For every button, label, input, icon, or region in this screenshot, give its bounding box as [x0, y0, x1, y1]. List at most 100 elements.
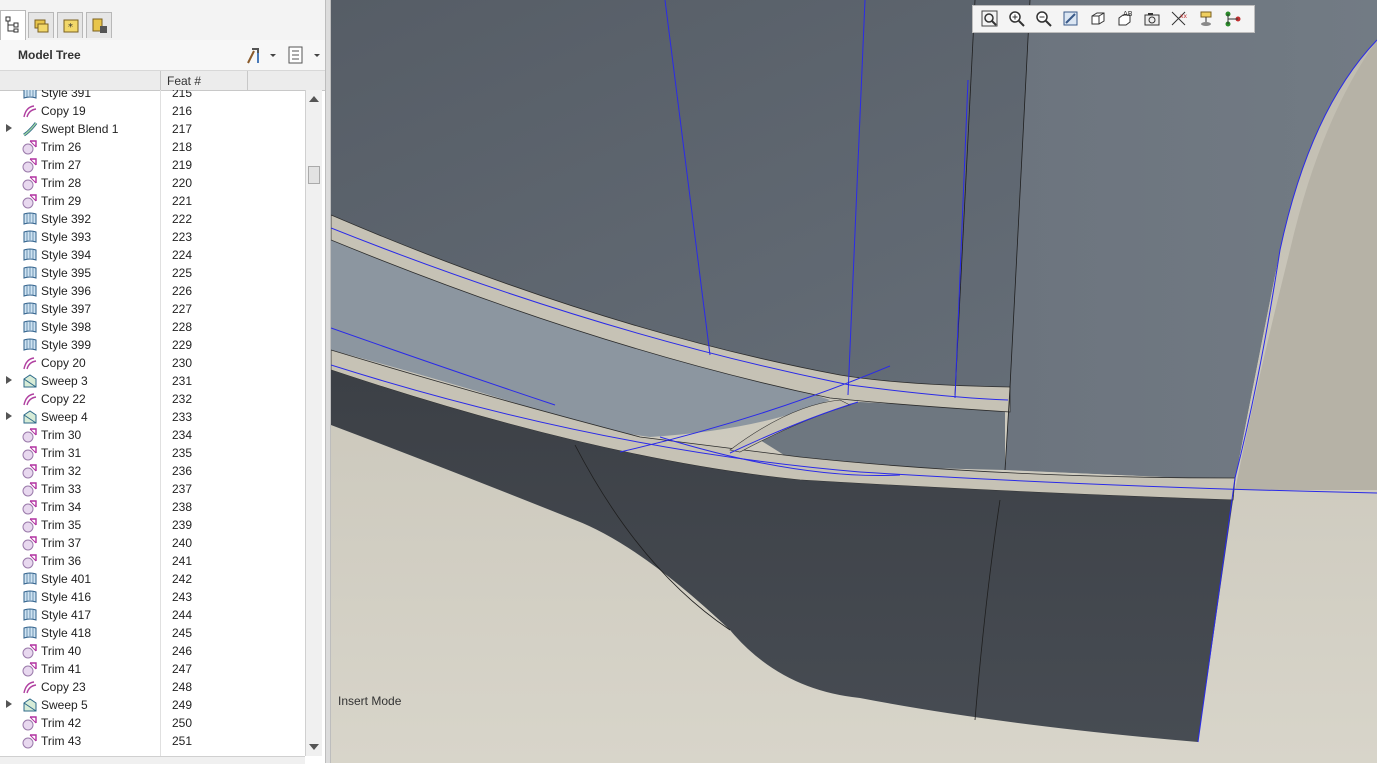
tree-row[interactable]: Trim 29 221: [0, 192, 305, 210]
annotation-display-button[interactable]: [1195, 9, 1217, 29]
tree-row[interactable]: Style 398 228: [0, 318, 305, 336]
tree-row[interactable]: Trim 30 234: [0, 426, 305, 444]
scroll-up-arrow-icon[interactable]: [309, 96, 319, 102]
style-feature-icon: [22, 625, 38, 641]
display-style-button[interactable]: [1087, 9, 1109, 29]
sweep-feature-icon: [22, 373, 38, 389]
tree-row[interactable]: Sweep 5 249: [0, 696, 305, 714]
feature-number: 224: [172, 248, 193, 262]
style-feature-icon: [22, 283, 38, 299]
tree-row[interactable]: Style 417 244: [0, 606, 305, 624]
tree-row[interactable]: Trim 42 250: [0, 714, 305, 732]
tree-row[interactable]: Style 418 245: [0, 624, 305, 642]
refit-icon: [981, 10, 998, 27]
tree-row[interactable]: Style 393 223: [0, 228, 305, 246]
tab-model-tree[interactable]: [0, 10, 26, 40]
tree-row[interactable]: Copy 22 232: [0, 390, 305, 408]
tree-settings-button[interactable]: [244, 45, 280, 65]
tree-row[interactable]: Trim 31 235: [0, 444, 305, 462]
expand-arrow-icon[interactable]: [6, 376, 12, 384]
spin-center-button[interactable]: [1222, 9, 1244, 29]
feature-name: Style 398: [41, 320, 92, 334]
tree-row[interactable]: Trim 37 240: [0, 534, 305, 552]
tree-row[interactable]: Trim 27 219: [0, 156, 305, 174]
tree-row[interactable]: Style 416 243: [0, 588, 305, 606]
feature-number: 251: [172, 734, 193, 748]
tab-favorites[interactable]: *: [57, 12, 83, 38]
feature-name: Copy 22: [41, 392, 86, 406]
feature-name: Trim 43: [41, 734, 82, 748]
style-feature-icon: [22, 319, 38, 335]
tree-row[interactable]: Style 391 215: [0, 90, 305, 102]
tree-row[interactable]: Style 401 242: [0, 570, 305, 588]
feature-name: Trim 34: [41, 500, 82, 514]
tree-column-header: Feat #: [0, 71, 325, 91]
tree-row[interactable]: Copy 19 216: [0, 102, 305, 120]
tree-row[interactable]: Trim 36 241: [0, 552, 305, 570]
style-feature-icon: [22, 589, 38, 605]
svg-text:xx: xx: [1180, 13, 1188, 20]
zoom-in-icon: [1009, 11, 1025, 27]
feature-number: 240: [172, 536, 193, 550]
tree-row[interactable]: Style 396 226: [0, 282, 305, 300]
repaint-button[interactable]: [1060, 9, 1082, 29]
trim-feature-icon: [22, 733, 38, 749]
expand-arrow-icon[interactable]: [6, 124, 12, 132]
layers-button[interactable]: [1141, 9, 1163, 29]
tree-row[interactable]: Swept Blend 1 217: [0, 120, 305, 138]
tree-row[interactable]: Style 399 229: [0, 336, 305, 354]
feature-name: Trim 37: [41, 536, 82, 550]
graphics-viewport[interactable]: AB xx: [331, 0, 1377, 763]
feature-number: 225: [172, 266, 193, 280]
feature-number: 239: [172, 518, 193, 532]
feature-number: 229: [172, 338, 193, 352]
copy-feature-icon: [22, 679, 38, 695]
tree-row[interactable]: Trim 32 236: [0, 462, 305, 480]
column-feat-label: Feat #: [167, 74, 202, 88]
tab-folder-browser[interactable]: [28, 12, 54, 38]
tree-row[interactable]: Sweep 4 233: [0, 408, 305, 426]
saved-views-button[interactable]: AB: [1114, 9, 1136, 29]
feature-number: 250: [172, 716, 193, 730]
scroll-down-arrow-icon[interactable]: [309, 744, 319, 750]
tree-row[interactable]: Trim 26 218: [0, 138, 305, 156]
trim-feature-icon: [22, 445, 38, 461]
tab-connections[interactable]: [86, 12, 112, 38]
tree-show-button[interactable]: [287, 45, 323, 65]
tree-row[interactable]: Trim 43 251: [0, 732, 305, 750]
tree-row[interactable]: Trim 33 237: [0, 480, 305, 498]
trim-feature-icon: [22, 535, 38, 551]
feature-name: Style 397: [41, 302, 92, 316]
feature-number: 243: [172, 590, 193, 604]
feature-name: Trim 33: [41, 482, 82, 496]
feature-name: Trim 29: [41, 194, 82, 208]
scroll-thumb[interactable]: [308, 166, 320, 184]
tree-row[interactable]: Style 395 225: [0, 264, 305, 282]
datum-display-button[interactable]: xx: [1168, 9, 1190, 29]
expand-arrow-icon[interactable]: [6, 412, 12, 420]
feature-number: 232: [172, 392, 193, 406]
feature-name: Style 395: [41, 266, 92, 280]
tree-row[interactable]: Trim 41 247: [0, 660, 305, 678]
zoom-in-button[interactable]: [1006, 9, 1028, 29]
trim-feature-icon: [22, 715, 38, 731]
tree-row[interactable]: Style 394 224: [0, 246, 305, 264]
zoom-out-button[interactable]: [1033, 9, 1055, 29]
tree-row[interactable]: Copy 20 230: [0, 354, 305, 372]
model-tree-list: Style 391 215 Copy 19 216 Swept Blend 1 217 Tr…: [0, 90, 305, 756]
refit-button[interactable]: [979, 9, 1001, 29]
datum-display-icon: xx: [1171, 11, 1188, 26]
tree-row[interactable]: Trim 28 220: [0, 174, 305, 192]
column-name-header[interactable]: [0, 71, 161, 90]
expand-arrow-icon[interactable]: [6, 700, 12, 708]
tree-row[interactable]: Style 397 227: [0, 300, 305, 318]
tree-row[interactable]: Style 392 222: [0, 210, 305, 228]
tree-row[interactable]: Trim 40 246: [0, 642, 305, 660]
tree-vertical-scrollbar[interactable]: [305, 90, 322, 756]
tree-row[interactable]: Copy 23 248: [0, 678, 305, 696]
tree-row[interactable]: Trim 35 239: [0, 516, 305, 534]
tree-row[interactable]: Sweep 3 231: [0, 372, 305, 390]
column-feat-header[interactable]: Feat #: [161, 71, 248, 90]
feature-name: Trim 36: [41, 554, 82, 568]
tree-row[interactable]: Trim 34 238: [0, 498, 305, 516]
